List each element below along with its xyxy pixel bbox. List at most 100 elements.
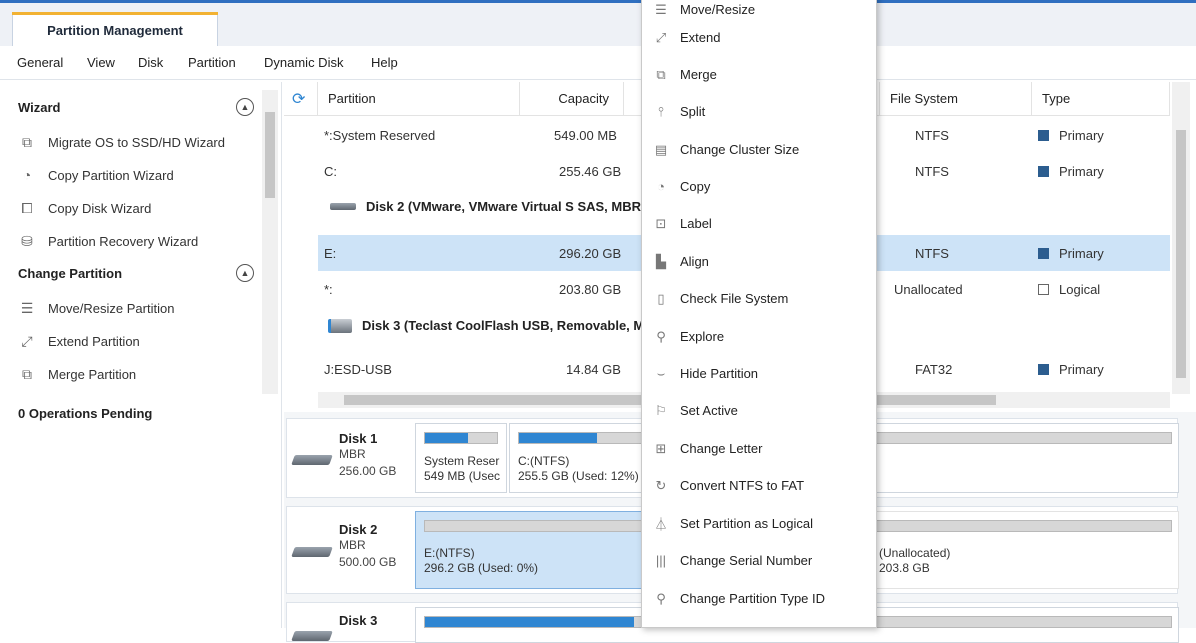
- menu-label: Convert NTFS to FAT: [680, 478, 805, 493]
- partition-capacity: 14.84 GB: [566, 361, 621, 377]
- menu-item-hide-partition[interactable]: ⌣ Hide Partition: [642, 355, 876, 392]
- disk3-row[interactable]: Disk 3 (Teclast CoolFlash USB, Removable…: [328, 318, 644, 333]
- type-id-icon: ⚲: [656, 590, 666, 606]
- menu-item-merge[interactable]: ⧉ Merge: [642, 56, 876, 93]
- usage-fill: [425, 433, 469, 443]
- copy-icon: ◔: [657, 179, 665, 194]
- partition-filesystem: NTFS: [915, 245, 949, 261]
- sidebar-item-extend[interactable]: ⤢ Extend Partition: [18, 329, 139, 353]
- disk2-row[interactable]: Disk 2 (VMware, VMware Virtual S SAS, MB…: [330, 199, 645, 214]
- sidebar-item-label: Partition Recovery Wizard: [48, 233, 199, 249]
- usb-drive-icon: [328, 318, 352, 333]
- partition-filesystem: Unallocated: [894, 281, 963, 297]
- disk-scheme: MBR: [339, 447, 366, 461]
- table-vertical-scrollbar[interactable]: [1172, 82, 1190, 394]
- tab-partition-management[interactable]: Partition Management: [12, 12, 218, 47]
- menu-label: Change Letter: [680, 441, 763, 456]
- sidebar-item-move-resize[interactable]: ☰ Move/Resize Partition: [18, 296, 175, 320]
- menu-dynamic-disk[interactable]: Dynamic Disk: [264, 55, 343, 70]
- partition-detail: 549 MB (Usec: [424, 469, 501, 483]
- partition-type: Logical: [1038, 271, 1100, 307]
- col-header-capacity[interactable]: Capacity: [520, 82, 624, 116]
- partition-block-system-reserved[interactable]: System Reser 549 MB (Usec: [415, 423, 507, 493]
- col-header-filesystem[interactable]: File System: [880, 82, 1032, 116]
- type-label: Logical: [1059, 281, 1101, 297]
- type-label: Primary: [1059, 245, 1104, 261]
- sidebar-item-copy-partition[interactable]: ◔ Copy Partition Wizard: [18, 163, 174, 187]
- primary-square-icon: [1038, 129, 1049, 141]
- menu-partition[interactable]: Partition: [188, 55, 236, 70]
- type-label: Primary: [1059, 361, 1104, 377]
- disk-name: Disk 1: [339, 431, 378, 446]
- menu-item-label[interactable]: ⊡ Label: [642, 205, 876, 242]
- menu-item-set-partition-as-logical[interactable]: ⏃ Set Partition as Logical: [642, 505, 876, 542]
- usb-drive-icon: [291, 631, 333, 641]
- menu-item-set-active[interactable]: ⚐ Set Active: [642, 392, 876, 429]
- menu-label: Check File System: [680, 291, 789, 306]
- merge-icon: ⧉: [656, 66, 666, 82]
- logical-square-icon: [1038, 283, 1049, 295]
- disk-size: 500.00 GB: [339, 555, 397, 569]
- split-icon: ⫯: [658, 103, 664, 119]
- menu-view[interactable]: View: [87, 55, 115, 70]
- menu-item-explore[interactable]: ⚲ Explore: [642, 318, 876, 355]
- wizard-section-title: Wizard: [18, 100, 61, 115]
- sidebar-item-label: Move/Resize Partition: [48, 300, 175, 316]
- usage-bar: [424, 432, 498, 444]
- set-active-icon: ⚐: [655, 402, 667, 418]
- menu-disk[interactable]: Disk: [138, 55, 163, 70]
- menu-item-copy[interactable]: ◔ Copy: [642, 168, 876, 205]
- menu-label: Explore: [680, 329, 725, 344]
- usage-bar: [876, 520, 1172, 532]
- sidebar-item-label: Copy Partition Wizard: [48, 167, 174, 183]
- menu-label: Change Cluster Size: [680, 142, 800, 157]
- title-bar: Partition Management: [0, 0, 1196, 47]
- partition-name: *:System Reserved: [324, 127, 436, 143]
- partition-name: *:: [324, 281, 333, 297]
- sidebar-scroll-thumb[interactable]: [265, 112, 275, 198]
- sidebar-item-merge[interactable]: ⧉ Merge Partition: [18, 362, 136, 386]
- partition-filesystem: NTFS: [915, 127, 949, 143]
- menu-help[interactable]: Help: [371, 55, 398, 70]
- type-label: Primary: [1059, 163, 1104, 179]
- menu-item-change-letter[interactable]: ⊞ Change Letter: [642, 430, 876, 467]
- partition-type: Primary: [1038, 351, 1104, 387]
- menu-item-change-partition-type-id[interactable]: ⚲ Change Partition Type ID: [642, 580, 876, 617]
- partition-filesystem: FAT32: [915, 361, 953, 377]
- check-fs-icon: ▯: [657, 290, 665, 306]
- partition-label: (Unallocated): [879, 546, 951, 560]
- partition-type: Primary: [1038, 153, 1104, 189]
- sidebar-item-copy-disk[interactable]: ⧠ Copy Disk Wizard: [18, 196, 151, 220]
- partition-block-unallocated[interactable]: (Unallocated) 203.8 GB: [873, 511, 1179, 589]
- partition-capacity: 255.46 GB: [559, 163, 622, 179]
- menu-label: Merge: [680, 67, 717, 82]
- menu-item-align[interactable]: ▙ Align: [642, 243, 876, 280]
- collapse-change-partition-icon[interactable]: ▲: [236, 264, 254, 282]
- table-vscroll-thumb[interactable]: [1176, 130, 1186, 378]
- sidebar-scrollbar[interactable]: [262, 90, 278, 394]
- refresh-icon[interactable]: ⟳: [284, 82, 318, 116]
- col-header-partition[interactable]: Partition: [318, 82, 520, 116]
- collapse-wizard-icon[interactable]: ▲: [236, 98, 254, 116]
- serial-icon: |||: [655, 553, 667, 568]
- sidebar-item-partition-recovery[interactable]: ⛁ Partition Recovery Wizard: [18, 229, 198, 253]
- menu-label: Extend: [680, 30, 721, 45]
- align-icon: ▙: [656, 253, 666, 269]
- partition-name: C:: [324, 163, 337, 179]
- primary-square-icon: [1038, 363, 1049, 375]
- menu-item-change-cluster-size[interactable]: ▤ Change Cluster Size: [642, 131, 876, 168]
- menu-item-change-serial-number[interactable]: ||| Change Serial Number: [642, 542, 876, 579]
- partition-capacity: 549.00 MB: [554, 127, 617, 143]
- disk-scheme: MBR: [339, 538, 366, 552]
- sidebar-item-migrate-os[interactable]: ⧉ Migrate OS to SSD/HD Wizard: [18, 130, 225, 154]
- menu-item-check-file-system[interactable]: ▯ Check File System: [642, 280, 876, 317]
- sidebar-item-label: Migrate OS to SSD/HD Wizard: [48, 134, 225, 150]
- partition-detail: 255.5 GB (Used: 12%): [518, 469, 639, 483]
- menu-item-split[interactable]: ⫯ Split: [642, 93, 876, 130]
- menu-item-convert-ntfs-to-fat[interactable]: ↻ Convert NTFS to FAT: [642, 467, 876, 504]
- col-header-type[interactable]: Type: [1032, 82, 1170, 116]
- menu-label: Align: [680, 254, 709, 269]
- menu-item-extend[interactable]: ⤢ Extend: [642, 19, 876, 56]
- partition-capacity: 296.20 GB: [559, 245, 622, 261]
- menu-general[interactable]: General: [17, 55, 63, 70]
